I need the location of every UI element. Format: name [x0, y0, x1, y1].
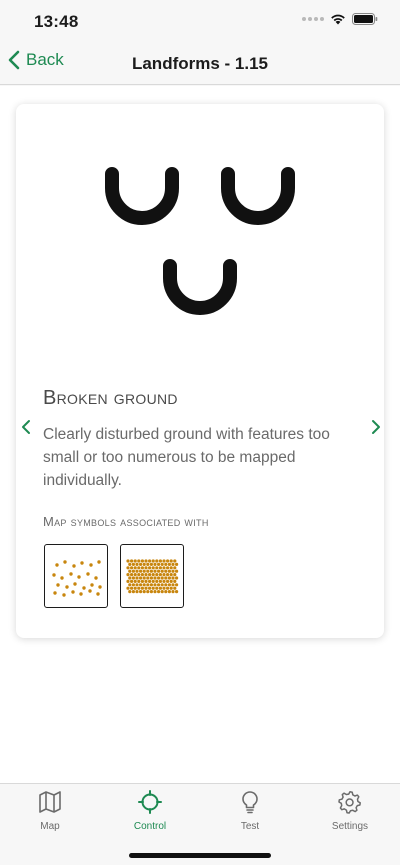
tab-bar: Map Control Test Settings [0, 783, 400, 865]
previous-term-button[interactable] [20, 418, 32, 436]
tab-settings-label: Settings [331, 821, 369, 832]
tab-control-label: Control [133, 821, 167, 832]
navigation-bar: Back Landforms - 1.15 [0, 42, 400, 85]
symbol-dense-dots[interactable] [120, 544, 184, 608]
tab-map-label: Map [40, 821, 60, 832]
status-time: 13:48 [34, 12, 79, 31]
term-title: Broken ground [43, 387, 178, 409]
tab-map[interactable]: Map [0, 790, 100, 832]
tab-settings[interactable]: Settings [300, 790, 400, 832]
term-card: Broken ground Clearly disturbed ground w… [16, 104, 384, 638]
associated-symbols-label: Map symbols associated with [43, 514, 209, 529]
home-indicator [129, 853, 271, 858]
status-icons [302, 13, 378, 25]
symbol-sparse-dots[interactable] [44, 544, 108, 608]
control-crosshair-icon [138, 790, 162, 814]
tab-test[interactable]: Test [200, 790, 300, 832]
signal-icon [302, 17, 324, 21]
term-description: Clearly disturbed ground with features t… [43, 426, 330, 489]
battery-icon [352, 13, 378, 25]
status-bar: 13:48 [0, 0, 400, 42]
sparse-dots-icon [52, 560, 102, 597]
dense-dots-icon [126, 559, 179, 594]
tab-test-label: Test [240, 821, 260, 832]
next-term-button[interactable] [370, 418, 382, 436]
wifi-icon [331, 14, 345, 25]
map-icon [39, 791, 61, 813]
lightbulb-icon [242, 791, 258, 814]
broken-ground-symbol-icon [105, 167, 295, 315]
tab-control[interactable]: Control [100, 790, 200, 832]
gear-icon [338, 791, 361, 814]
content-area: Broken ground Clearly disturbed ground w… [0, 86, 400, 783]
page-title: Landforms - 1.15 [131, 54, 269, 73]
